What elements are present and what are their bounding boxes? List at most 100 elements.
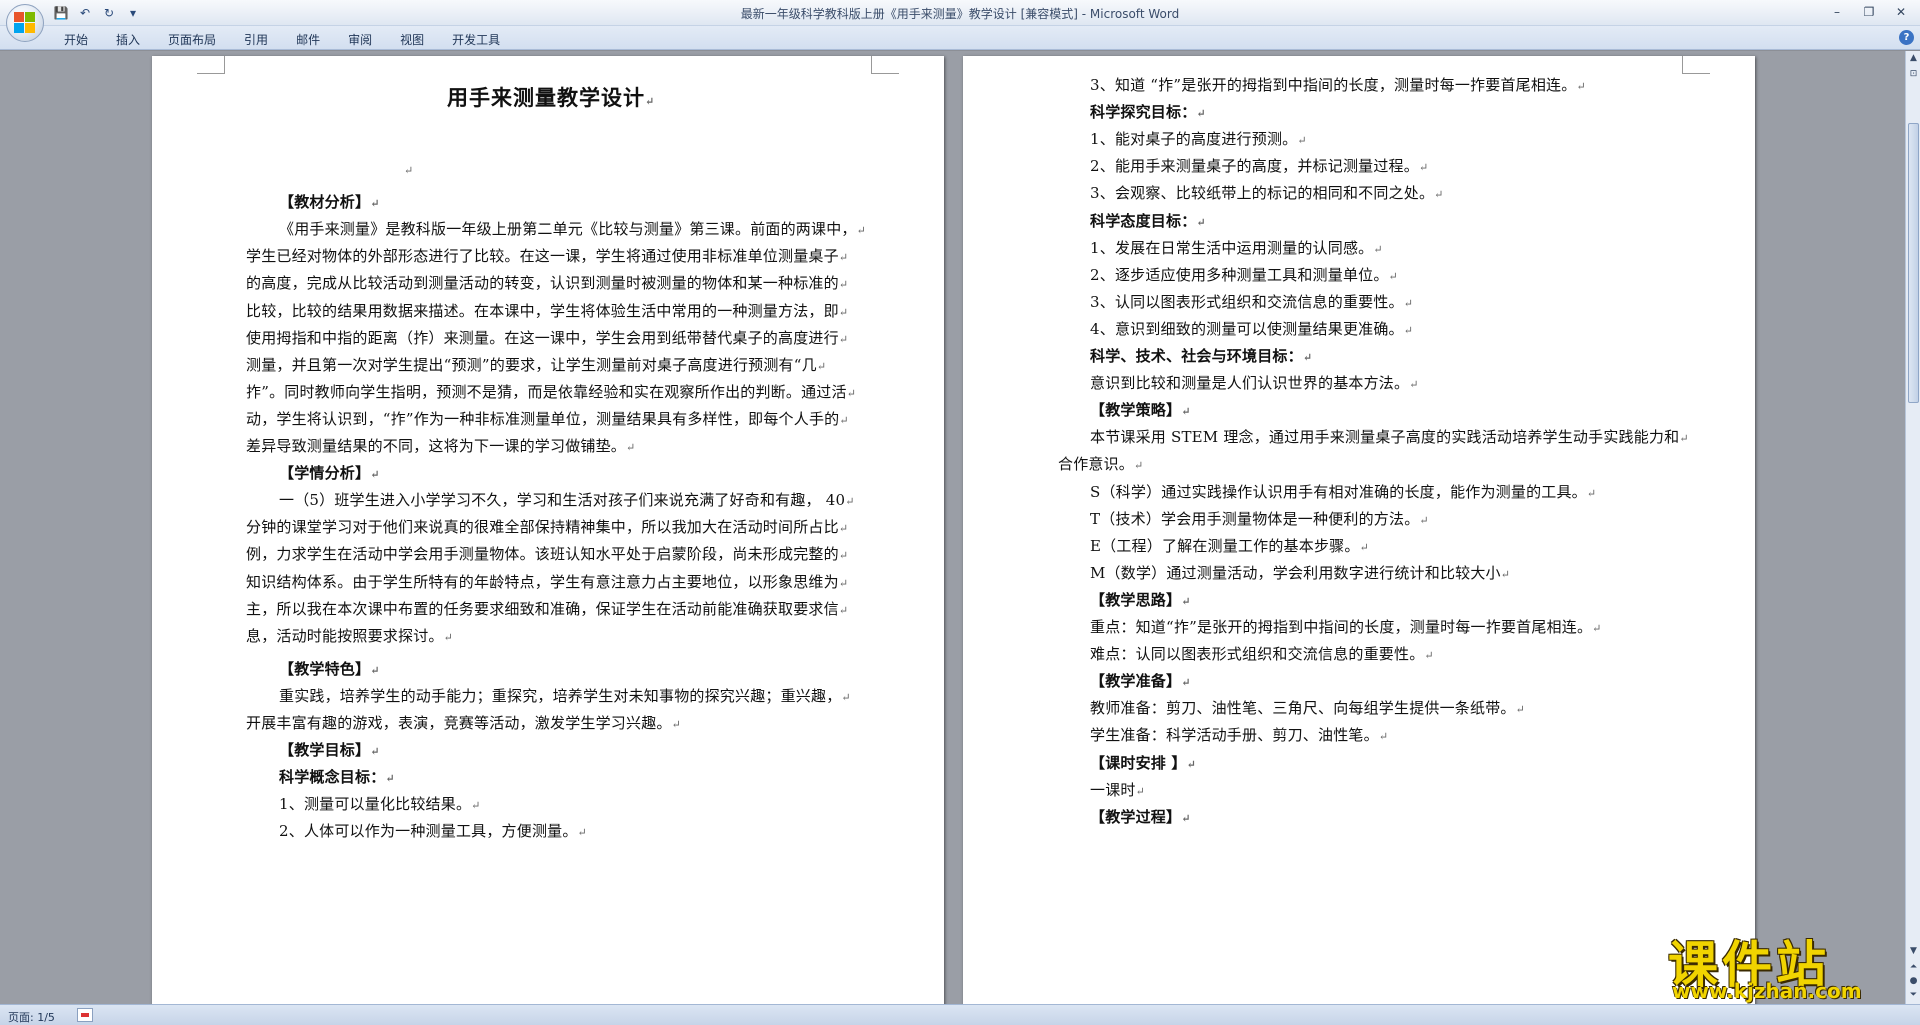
body-line: 本节课采用 STEM 理念，通过用手来测量桌子高度的实践活动培养学生动手实践能力… xyxy=(1090,427,1689,449)
tab-view[interactable]: 视图 xyxy=(386,29,438,50)
page-count-status[interactable]: 页面: 1/5 xyxy=(8,1009,55,1025)
proofing-status-icon[interactable] xyxy=(77,1008,93,1022)
line-text: 一（5）班学生进入小学学习不久，学习和生活对孩子们来说充满了好奇和有趣， 40 xyxy=(279,491,846,510)
line-text: 拃”。同时教师向学生指明，预测不是猜，而是依靠经验和实在观察所作出的判断。通过活 xyxy=(246,382,847,401)
tab-developer[interactable]: 开发工具 xyxy=(438,29,514,50)
scrollbar-thumb[interactable] xyxy=(1908,123,1919,403)
next-page-icon[interactable]: ⏷ xyxy=(1907,988,1920,1002)
paragraph-mark: ↵ xyxy=(1186,757,1197,771)
window-title: 最新一年级科学教科版上册《用手来测量》教学设计 [兼容模式] - Microso… xyxy=(740,7,1180,21)
line-text: 【教学过程】 xyxy=(1090,807,1182,826)
paragraph-mark: ↵ xyxy=(1403,296,1414,310)
scroll-up-icon[interactable]: ▲ xyxy=(1907,51,1920,65)
section-heading: 【教学过程】↵ xyxy=(1090,807,1191,829)
body-line: 知识结构体系。由于学生所特有的年龄特点，学生有意注意力占主要地位，以形象思维为↵ xyxy=(246,572,848,594)
paragraph-mark: ↵ xyxy=(839,413,849,427)
ribbon: 开始 插入 页面布局 引用 邮件 审阅 视图 开发工具 ? xyxy=(0,26,1920,50)
help-icon[interactable]: ? xyxy=(1899,30,1914,45)
body-line: 《用手来测量》是教科版一年级上册第二单元《比较与测量》第三课。前面的两课中，↵ xyxy=(279,219,866,241)
paragraph-mark: ↵ xyxy=(838,251,849,265)
line-text: 的高度，完成从比较活动到测量活动的转变，认识到测量时被测量的物体和某一种标准的 xyxy=(246,274,839,293)
body-line: 息，活动时能按照要求探讨。↵ xyxy=(246,626,453,648)
body-line: ↵ xyxy=(404,159,413,181)
paragraph-mark: ↵ xyxy=(1515,703,1526,717)
line-text: 意识到比较和测量是人们认识世界的基本方法。 xyxy=(1090,374,1410,393)
paragraph-mark: ↵ xyxy=(841,690,851,704)
body-line: 一课时↵ xyxy=(1090,780,1145,802)
line-text: 【教学准备】 xyxy=(1090,672,1182,691)
watermark-logo: 课件站 www.kjzhan.com xyxy=(1668,925,1898,1003)
paragraph-mark: ↵ xyxy=(1576,80,1586,93)
tab-mailings[interactable]: 邮件 xyxy=(282,29,334,50)
tab-home[interactable]: 开始 xyxy=(50,29,102,50)
select-browse-object-icon[interactable]: ● xyxy=(1907,974,1920,988)
line-text: 一课时 xyxy=(1090,780,1136,799)
paragraph-mark: ↵ xyxy=(471,799,481,813)
vertical-scrollbar[interactable]: ▲ ⊡ ▼ ⏶ ● ⏷ xyxy=(1905,51,1920,1004)
restore-button[interactable]: ❐ xyxy=(1858,3,1880,21)
office-button[interactable] xyxy=(6,4,44,42)
line-text: 【教材分析】 xyxy=(279,193,371,212)
body-line: 比较，比较的结果用数据来描述。在本课中，学生将体验生活中常用的一种测量方法，即↵ xyxy=(246,301,848,323)
section-heading: 【教学特色】↵ xyxy=(279,659,380,681)
line-text: 主，所以我在本次课中布置的任务要求细致和准确，保证学生在活动前能准确获取要求信 xyxy=(246,599,839,618)
tab-insert[interactable]: 插入 xyxy=(102,29,154,50)
paragraph-mark: ↵ xyxy=(838,576,849,590)
body-line: 3、知道 “拃”是张开的拇指到中指间的长度，测量时每一拃要首尾相连。↵ xyxy=(1090,75,1586,97)
line-text: 知识结构体系。由于学生所特有的年龄特点，学生有意注意力占主要地位，以形象思维为 xyxy=(246,572,839,591)
paragraph-mark: ↵ xyxy=(671,718,682,731)
minimize-button[interactable]: – xyxy=(1826,3,1848,21)
body-line: 难点：认同以图表形式组织和交流信息的重要性。↵ xyxy=(1090,644,1434,666)
paragraph-mark: ↵ xyxy=(816,359,827,373)
paragraph-mark: ↵ xyxy=(845,495,855,509)
paragraph-mark: ↵ xyxy=(443,630,454,644)
body-line: 动，学生将认识到，“拃”作为一种非标准测量单位，测量结果具有多样性，即每个人手的… xyxy=(246,409,849,431)
body-line: 4、意识到细致的测量可以使测量结果更准确。↵ xyxy=(1090,319,1413,341)
paragraph-mark: ↵ xyxy=(1297,134,1307,148)
tab-references[interactable]: 引用 xyxy=(230,29,282,50)
paragraph-mark: ↵ xyxy=(1403,323,1414,337)
body-line: 差异导致测量结果的不同，这将为下一课的学习做铺垫。↵ xyxy=(246,436,635,458)
body-line: 拃”。同时教师向学生指明，预测不是猜，而是依靠经验和实在观察所作出的判断。通过活… xyxy=(246,382,856,404)
body-line: 意识到比较和测量是人们认识世界的基本方法。↵ xyxy=(1090,373,1419,395)
line-text: 【教学目标】 xyxy=(279,741,371,760)
title-bar: 💾 ↶ ↻ ▾ 最新一年级科学教科版上册《用手来测量》教学设计 [兼容模式] -… xyxy=(0,0,1920,26)
paragraph-mark: ↵ xyxy=(838,603,849,617)
body-line: 学生准备：科学活动手册、剪刀、油性笔。↵ xyxy=(1090,725,1388,747)
tab-page-layout[interactable]: 页面布局 xyxy=(154,29,230,50)
office-logo-icon xyxy=(14,12,36,34)
ribbon-tabs: 开始 插入 页面布局 引用 邮件 审阅 视图 开发工具 xyxy=(50,29,514,50)
paragraph-mark: ↵ xyxy=(838,305,849,319)
body-line: 1、测量可以量化比较结果。↵ xyxy=(279,794,481,816)
paragraph-mark: ↵ xyxy=(1434,188,1444,202)
document-page-2[interactable]: 3、知道 “拃”是张开的拇指到中指间的长度，测量时每一拃要首尾相连。↵ 科学探究目… xyxy=(963,56,1755,1004)
close-button[interactable]: ✕ xyxy=(1890,3,1912,21)
line-text: 科学态度目标： xyxy=(1090,211,1197,230)
line-text: 本节课采用 STEM 理念，通过用手来测量桌子高度的实践活动培养学生动手实践能力… xyxy=(1090,428,1680,447)
paragraph-mark: ↵ xyxy=(838,278,849,292)
previous-page-icon[interactable]: ⏶ xyxy=(1907,960,1920,974)
scroll-down-icon[interactable]: ▼ xyxy=(1907,944,1920,958)
paragraph-mark: ↵ xyxy=(404,164,414,177)
body-line: 重实践，培养学生的动手能力；重探究，培养学生对未知事物的探究兴趣；重兴趣，↵ xyxy=(279,686,851,708)
line-text: 3、会观察、比较纸带上的标记的相同和不同之处。 xyxy=(1090,184,1435,203)
paragraph-mark: ↵ xyxy=(577,826,587,840)
line-text: 1、能对桌子的高度进行预测。 xyxy=(1090,130,1298,149)
body-line: 2、逐步适应使用多种测量工具和测量单位。↵ xyxy=(1090,265,1398,287)
document-page-1[interactable]: 用手来测量教学设计↵ ↵ 【教材分析】↵ 《用手来测量》是教科版一年级上册第二单元《… xyxy=(152,56,944,1004)
paragraph-mark: ↵ xyxy=(1679,432,1689,446)
paragraph-mark: ↵ xyxy=(856,224,867,238)
ruler-toggle-icon[interactable]: ⊡ xyxy=(1907,67,1920,81)
paragraph-mark: ↵ xyxy=(370,197,380,211)
line-text: 2、逐步适应使用多种测量工具和测量单位。 xyxy=(1090,265,1389,284)
line-text: 开展丰富有趣的游戏，表演，竞赛等活动，激发学生学习兴趣。 xyxy=(246,714,672,732)
line-text: 难点：认同以图表形式组织和交流信息的重要性。 xyxy=(1090,645,1425,664)
line-text: 例，力求学生在活动中学会用手测量物体。该班认知水平处于启蒙阶段，尚未形成完整的 xyxy=(246,545,839,564)
section-heading: 【课时安排 】↵ xyxy=(1090,753,1196,775)
line-text: 4、意识到细致的测量可以使测量结果更准确。 xyxy=(1090,319,1404,338)
tab-review[interactable]: 审阅 xyxy=(334,29,386,50)
line-text: 【教学策略】 xyxy=(1090,401,1182,420)
margin-corner-mark xyxy=(1682,56,1710,74)
body-line: 测量，并且第一次对学生提出“预测”的要求，让学生测量前对桌子高度进行预测有“几↵ xyxy=(246,355,826,377)
line-text: 差异导致测量结果的不同，这将为下一课的学习做铺垫。 xyxy=(246,437,627,455)
